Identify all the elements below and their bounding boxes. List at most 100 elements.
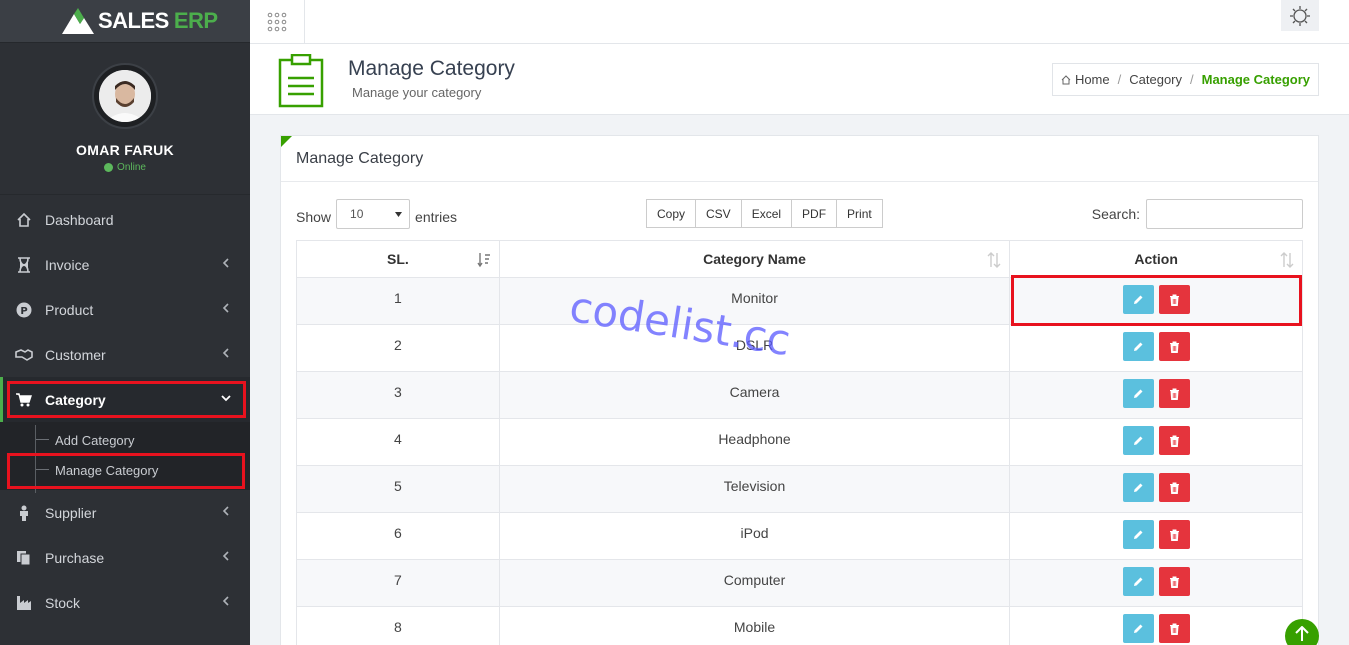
- edit-button[interactable]: [1122, 520, 1154, 549]
- table-row: 8 Mobile: [296, 606, 1303, 645]
- trash-icon: [1169, 388, 1179, 400]
- cell-sl: 4: [296, 418, 500, 466]
- column-header-sl[interactable]: SL.: [296, 240, 500, 278]
- delete-button[interactable]: [1158, 332, 1190, 361]
- csv-button[interactable]: CSV: [695, 199, 742, 228]
- product-p-icon: P: [15, 301, 33, 319]
- sidebar-item-product[interactable]: P Product: [0, 287, 250, 332]
- cell-category-name: Camera: [498, 371, 1011, 419]
- sidebar-item-invoice[interactable]: Invoice: [0, 242, 250, 287]
- apps-grid-icon: [267, 12, 287, 32]
- submenu-add-category[interactable]: Add Category: [0, 425, 250, 455]
- header-label: Action: [1134, 251, 1178, 267]
- excel-button[interactable]: Excel: [740, 199, 793, 228]
- sidebar: SALES ERP OMAR FARUK Online Dashboard In…: [0, 0, 250, 645]
- cell-sl: 6: [296, 512, 500, 560]
- delete-button[interactable]: [1158, 379, 1190, 408]
- sidebar-item-stock[interactable]: Stock: [0, 580, 250, 625]
- avatar[interactable]: [92, 63, 158, 129]
- sidebar-item-customer[interactable]: Customer: [0, 332, 250, 377]
- sidebar-item-supplier[interactable]: Supplier: [0, 490, 250, 535]
- table-row: 6 iPod: [296, 512, 1303, 560]
- delete-button[interactable]: [1158, 473, 1190, 502]
- cell-action: [1009, 324, 1303, 372]
- trash-icon: [1169, 529, 1179, 541]
- documents-icon: [15, 549, 33, 567]
- chevron-left-icon: [222, 506, 229, 516]
- home-icon: [15, 211, 33, 229]
- brand-logo: SALES ERP: [62, 8, 218, 34]
- settings-button[interactable]: [1281, 0, 1319, 31]
- avatar-photo-icon: [99, 70, 151, 122]
- brand-name-b: ERP: [173, 8, 218, 33]
- brand[interactable]: SALES ERP: [0, 0, 250, 43]
- breadcrumb-separator: /: [1117, 72, 1122, 87]
- sort-both-icon: [1280, 252, 1294, 268]
- trash-icon: [1169, 482, 1179, 494]
- arrow-up-icon: [1295, 626, 1309, 641]
- delete-button[interactable]: [1158, 614, 1190, 643]
- breadcrumb-home[interactable]: Home: [1061, 72, 1110, 87]
- pencil-icon: [1134, 389, 1143, 398]
- delete-button[interactable]: [1158, 567, 1190, 596]
- copy-button[interactable]: Copy: [646, 199, 697, 228]
- breadcrumb: Home / Category / Manage Category: [1051, 63, 1319, 96]
- breadcrumb-home-label: Home: [1074, 72, 1110, 87]
- submenu-label: Add Category: [55, 432, 135, 448]
- sort-asc-icon: [477, 253, 490, 268]
- entries-value: 10: [350, 207, 364, 221]
- pencil-icon: [1134, 577, 1143, 586]
- pencil-icon: [1134, 436, 1143, 445]
- edit-button[interactable]: [1122, 567, 1154, 596]
- search-label: Search:: [1091, 206, 1140, 222]
- sidebar-item-label: Stock: [45, 594, 81, 611]
- highlight-manage-category: [7, 453, 245, 489]
- chevron-left-icon: [222, 596, 229, 606]
- table-row: 2 DSLR: [296, 324, 1303, 372]
- edit-button[interactable]: [1122, 426, 1154, 455]
- header-label: SL.: [387, 251, 409, 267]
- breadcrumb-separator: /: [1190, 72, 1194, 87]
- edit-button[interactable]: [1122, 473, 1154, 502]
- entries-select[interactable]: 10: [336, 199, 411, 229]
- search-input[interactable]: [1146, 199, 1303, 229]
- column-header-category-name[interactable]: Category Name: [498, 240, 1011, 278]
- home-icon: [1061, 74, 1071, 84]
- cell-category-name: Headphone: [498, 418, 1011, 466]
- sidebar-item-dashboard[interactable]: Dashboard: [0, 197, 250, 242]
- svg-text:P: P: [20, 306, 27, 317]
- print-button[interactable]: Print: [836, 199, 883, 228]
- edit-button[interactable]: [1122, 332, 1154, 361]
- brand-name-a: SALES: [98, 8, 169, 33]
- scroll-to-top-button[interactable]: [1285, 619, 1319, 645]
- column-header-action[interactable]: Action: [1009, 240, 1303, 278]
- sidebar-item-label: Product: [45, 301, 94, 318]
- chevron-left-icon: [222, 348, 229, 358]
- cell-sl: 5: [296, 465, 500, 513]
- sidebar-item-purchase[interactable]: Purchase: [0, 535, 250, 580]
- logo-mountain-icon: [62, 8, 94, 34]
- pencil-icon: [1134, 483, 1143, 492]
- edit-button[interactable]: [1122, 614, 1154, 643]
- trash-icon: [1169, 576, 1179, 588]
- cell-sl: 2: [296, 324, 500, 372]
- show-label: Show: [296, 208, 332, 225]
- edit-button[interactable]: [1122, 379, 1154, 408]
- delete-button[interactable]: [1158, 520, 1190, 549]
- delete-button[interactable]: [1158, 426, 1190, 455]
- clipboard-icon: [278, 54, 324, 108]
- pdf-button[interactable]: PDF: [791, 199, 838, 228]
- chevron-left-icon: [222, 258, 229, 268]
- chevron-left-icon: [222, 303, 229, 313]
- online-dot-icon: [104, 163, 114, 172]
- gear-icon: [1290, 5, 1310, 26]
- cell-category-name: Computer: [498, 559, 1011, 607]
- pencil-icon: [1134, 530, 1143, 539]
- table-row: 7 Computer: [296, 559, 1303, 607]
- trash-icon: [1169, 435, 1179, 447]
- header-label: Category Name: [703, 251, 806, 267]
- breadcrumb-category[interactable]: Category: [1129, 72, 1182, 87]
- pencil-icon: [1134, 342, 1143, 351]
- entries-length: Show 10 entries: [296, 199, 457, 229]
- apps-grid-button[interactable]: [250, 0, 305, 44]
